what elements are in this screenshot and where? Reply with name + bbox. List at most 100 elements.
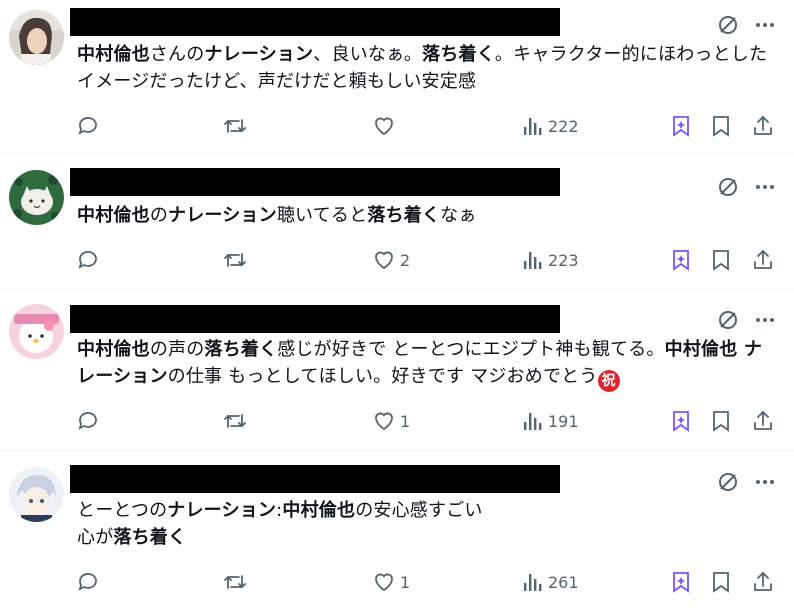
post-text-segment[interactable]: 中村倫也: [77, 44, 150, 65]
bookmark-button[interactable]: [710, 111, 732, 141]
grok-bookmark-icon: [670, 248, 692, 272]
like-icon: [372, 570, 396, 594]
share-icon: [751, 248, 775, 272]
like-button[interactable]: 2: [372, 245, 410, 275]
reply-icon: [76, 248, 100, 272]
redacted-username: [70, 305, 560, 333]
post-text-segment[interactable]: 落ち着く: [367, 205, 440, 226]
grok-bookmark-icon: [670, 409, 692, 433]
avatar[interactable]: [9, 467, 64, 522]
reply-button[interactable]: [76, 245, 104, 275]
avatar[interactable]: [9, 10, 64, 65]
views-button[interactable]: 261: [522, 567, 579, 597]
grok-bookmark-button[interactable]: [670, 111, 692, 141]
reply-icon: [76, 409, 100, 433]
post-text: 中村倫也さんのナレーション、良いなぁ。落ち着く。キャラクター的にほわっとしたイメ…: [77, 41, 777, 95]
celebration-emoji: 祝: [597, 370, 620, 392]
post[interactable]: 中村倫也の声の落ち着く感じが好きで とーとつにエジプト神も観てる。中村倫也 ナレ…: [0, 290, 794, 451]
post-text-segment[interactable]: 落ち着く: [422, 44, 495, 65]
redacted-username: [70, 465, 560, 493]
repost-button[interactable]: [222, 406, 252, 436]
share-button[interactable]: [751, 245, 775, 275]
repost-icon: [222, 409, 248, 433]
views-icon: [522, 410, 544, 432]
post-text-segment[interactable]: 中村倫也: [282, 500, 355, 521]
post-text-segment[interactable]: 落ち着く: [204, 339, 277, 360]
repost-button[interactable]: [222, 111, 252, 141]
post-text-segment[interactable]: 中村倫也: [77, 205, 150, 226]
views-count: 261: [548, 572, 579, 592]
like-icon: [372, 248, 396, 272]
grok-bookmark-button[interactable]: [670, 406, 692, 436]
share-button[interactable]: [751, 567, 775, 597]
like-icon: [372, 114, 396, 138]
grok-bookmark-button[interactable]: [670, 245, 692, 275]
bookmark-icon: [710, 570, 732, 594]
bookmark-icon: [710, 409, 732, 433]
post-text-segment[interactable]: ナレーション: [204, 44, 313, 65]
views-icon: [522, 571, 544, 593]
reply-icon: [76, 570, 100, 594]
reply-button[interactable]: [76, 567, 104, 597]
share-icon: [751, 114, 775, 138]
post-text-segment: 聴いてると: [276, 205, 368, 226]
share-button[interactable]: [751, 406, 775, 436]
like-button[interactable]: 1: [372, 406, 410, 436]
post[interactable]: とーとつのナレーション:中村倫也の安心感すごい 心が落ち着く 1 261: [0, 451, 794, 612]
more-icon[interactable]: [754, 471, 776, 493]
repost-icon: [222, 570, 248, 594]
grok-bookmark-icon: [670, 114, 692, 138]
more-icon[interactable]: [754, 14, 776, 36]
views-icon: [522, 249, 544, 271]
post-text-segment: さんの: [149, 44, 205, 65]
post-text-segment[interactable]: 落ち着く: [113, 527, 186, 548]
post-text-segment[interactable]: 中村倫也: [77, 339, 150, 360]
avatar[interactable]: [9, 170, 64, 225]
like-button[interactable]: [372, 111, 400, 141]
reply-button[interactable]: [76, 111, 104, 141]
grok-bookmark-button[interactable]: [670, 567, 692, 597]
repost-button[interactable]: [222, 245, 252, 275]
post-text: 中村倫也の声の落ち着く感じが好きで とーとつにエジプト神も観てる。中村倫也 ナレ…: [77, 336, 777, 392]
action-bar: 222: [0, 111, 794, 141]
views-count: 191: [548, 411, 579, 431]
grok-icon[interactable]: [716, 470, 740, 494]
post-text-segment: の: [149, 205, 169, 226]
bookmark-icon: [710, 248, 732, 272]
more-icon[interactable]: [754, 309, 776, 331]
views-button[interactable]: 222: [522, 111, 579, 141]
grok-bookmark-icon: [670, 570, 692, 594]
post-text-segment: 心が: [77, 527, 114, 548]
post-text-segment[interactable]: ナレーション: [168, 205, 277, 226]
post-text-segment: 、良いなぁ。: [313, 44, 423, 65]
views-icon: [522, 115, 544, 137]
bookmark-button[interactable]: [710, 567, 732, 597]
like-icon: [372, 409, 396, 433]
avatar[interactable]: [9, 304, 64, 359]
post-text-segment: とーとつの: [77, 500, 168, 521]
grok-icon[interactable]: [716, 175, 740, 199]
post-text-segment: の仕事 もっとしてほしい。好きです マジおめでとう: [167, 366, 598, 387]
more-icon[interactable]: [754, 176, 776, 198]
grok-icon[interactable]: [716, 13, 740, 37]
reply-button[interactable]: [76, 406, 104, 436]
redacted-username: [70, 168, 560, 196]
post-text-segment: の安心感すごい: [355, 500, 483, 521]
bookmark-button[interactable]: [710, 406, 732, 436]
reply-icon: [76, 114, 100, 138]
repost-icon: [222, 248, 248, 272]
post[interactable]: 中村倫也さんのナレーション、良いなぁ。落ち着く。キャラクター的にほわっとしたイメ…: [0, 0, 794, 154]
share-button[interactable]: [751, 111, 775, 141]
bookmark-button[interactable]: [710, 245, 732, 275]
share-icon: [751, 409, 775, 433]
post-text-segment[interactable]: ナレーション: [167, 500, 276, 521]
views-button[interactable]: 223: [522, 245, 579, 275]
repost-icon: [222, 114, 248, 138]
post[interactable]: 中村倫也のナレーション聴いてると落ち着くなぁ 2 223: [0, 154, 794, 290]
grok-icon[interactable]: [716, 308, 740, 332]
repost-button[interactable]: [222, 567, 252, 597]
redacted-username: [70, 8, 560, 36]
like-button[interactable]: 1: [372, 567, 410, 597]
views-button[interactable]: 191: [522, 406, 579, 436]
action-bar: 1 191: [0, 406, 794, 436]
